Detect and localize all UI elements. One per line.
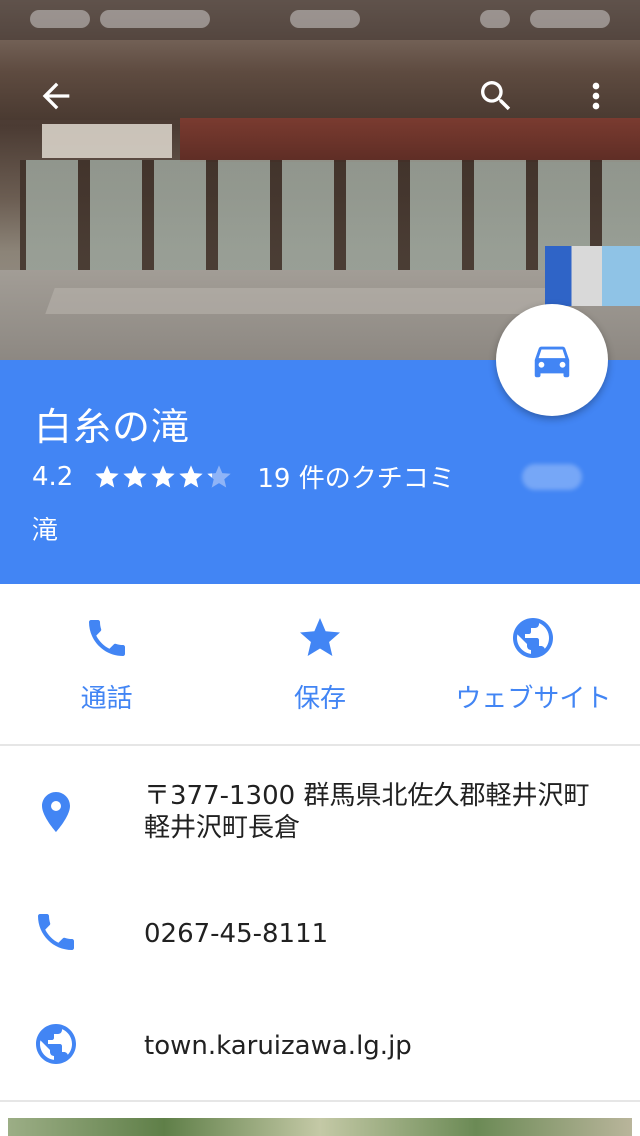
divider — [0, 1100, 640, 1102]
search-button[interactable] — [472, 72, 520, 120]
save-label: 保存 — [293, 684, 346, 714]
blurred-label — [522, 464, 582, 490]
rating-row[interactable]: 4.2 19 件のクチコミ — [32, 458, 455, 495]
star-icon — [299, 618, 340, 656]
address-text: 〒377-1300 群馬県北佐久郡軽井沢町 軽井沢町長倉 — [144, 780, 589, 844]
directions-button[interactable] — [496, 304, 608, 416]
phone-row[interactable]: 0267-45-8111 — [0, 906, 640, 962]
website-url: town.karuizawa.lg.jp — [144, 1031, 412, 1061]
car-icon — [534, 346, 570, 378]
arrow-back-icon — [42, 82, 70, 110]
action-bar: 通話 保存 ウェブサイト — [0, 584, 640, 744]
place-name: 白糸の滝 — [34, 405, 191, 449]
photo-thumbnail[interactable] — [8, 1118, 632, 1136]
rating-star-icon — [123, 464, 148, 487]
photo-sign — [42, 124, 172, 158]
more-vert-icon — [592, 82, 600, 110]
call-label: 通話 — [80, 684, 133, 714]
photo-bins — [545, 246, 640, 306]
globe-icon — [36, 1024, 76, 1064]
place-category: 滝 — [32, 516, 59, 546]
phone-icon — [38, 914, 74, 950]
globe-icon — [513, 618, 554, 658]
rating-star-icon — [95, 464, 120, 487]
phone-number: 0267-45-8111 — [144, 919, 329, 949]
status-bar — [0, 0, 640, 40]
rating-star-icon — [151, 464, 176, 487]
save-button[interactable]: 保存 — [213, 584, 426, 744]
divider — [0, 744, 640, 746]
address-row[interactable]: 〒377-1300 群馬県北佐久郡軽井沢町 軽井沢町長倉 — [0, 780, 640, 860]
review-count[interactable]: 19 件のクチコミ — [257, 458, 454, 495]
photo-awning — [180, 118, 640, 162]
rating-star-icon — [207, 464, 232, 487]
photo-road-marking — [45, 288, 575, 314]
search-icon — [481, 81, 511, 111]
website-label: ウェブサイト — [455, 684, 612, 714]
address-line-1: 〒377-1300 群馬県北佐久郡軽井沢町 — [144, 781, 590, 811]
more-button[interactable] — [572, 72, 620, 120]
address-line-2: 軽井沢町長倉 — [144, 813, 301, 843]
rating-stars — [93, 463, 233, 491]
back-button[interactable] — [32, 72, 80, 120]
rating-star-icon — [179, 464, 204, 487]
website-button[interactable]: ウェブサイト — [427, 584, 640, 744]
rating-value: 4.2 — [32, 461, 74, 492]
website-row[interactable]: town.karuizawa.lg.jp — [0, 1018, 640, 1074]
call-button[interactable]: 通話 — [0, 584, 213, 744]
phone-icon — [88, 620, 125, 656]
location-pin-icon — [42, 792, 70, 832]
